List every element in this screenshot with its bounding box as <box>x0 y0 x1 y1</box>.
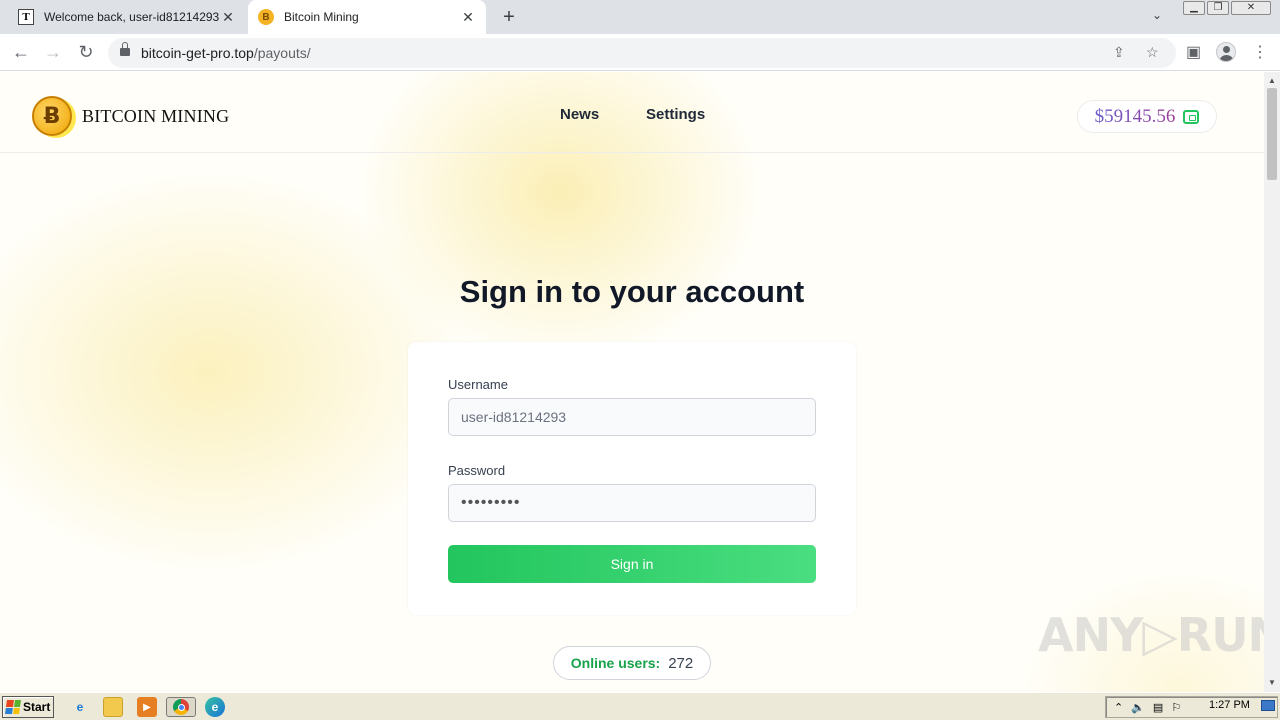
lock-icon[interactable] <box>120 42 130 56</box>
brand-name: BITCOIN MINING <box>82 105 230 126</box>
internet-explorer-icon[interactable]: e <box>70 697 90 717</box>
username-label: Username <box>448 377 508 392</box>
windows-flag-icon <box>5 700 21 714</box>
online-users-label: Online users: <box>570 655 661 671</box>
profile-icon[interactable] <box>1216 42 1236 62</box>
action-center-flag-icon[interactable]: ⚐ <box>1171 701 1181 714</box>
show-desktop-icon[interactable] <box>1261 700 1275 711</box>
wallet-icon <box>1183 109 1200 124</box>
chrome-taskbar-button[interactable] <box>166 697 196 717</box>
restore-button[interactable]: ❐ <box>1207 1 1229 15</box>
scrollbar-thumb[interactable] <box>1267 88 1277 180</box>
address-bar[interactable]: bitcoin-get-pro.top/payouts/ ⇪ ☆ <box>108 38 1176 68</box>
media-player-icon[interactable]: ▶ <box>137 697 157 717</box>
share-icon[interactable]: ⇪ <box>1113 44 1125 61</box>
online-users-count: 272 <box>668 654 694 672</box>
file-explorer-icon[interactable] <box>103 697 123 717</box>
tab-welcome-back[interactable]: T Welcome back, user-id81214293! ⬳ ✕ <box>8 0 246 34</box>
balance-pill[interactable]: $59145.56 <box>1077 100 1217 133</box>
site-header: Ƀ BITCOIN MINING News Settings $59145.56 <box>0 72 1264 153</box>
nav-news[interactable]: News <box>560 106 599 123</box>
tab-title: Bitcoin Mining <box>284 10 359 24</box>
page-scrollbar[interactable]: ▲ ▼ <box>1264 72 1280 692</box>
tab-bitcoin-mining[interactable]: B Bitcoin Mining ✕ <box>248 0 486 34</box>
bookmark-star-icon[interactable]: ☆ <box>1146 44 1159 61</box>
new-tab-button[interactable]: + <box>498 6 520 29</box>
balance-amount: $59145.56 <box>1094 105 1176 127</box>
menu-kebab-icon[interactable]: ⋮ <box>1252 42 1268 62</box>
bitcoin-coin-icon: Ƀ <box>32 96 72 136</box>
close-window-button[interactable]: ✕ <box>1231 1 1271 15</box>
browser-tab-strip: T Welcome back, user-id81214293! ⬳ ✕ B B… <box>0 0 1280 34</box>
forward-arrow-icon[interactable]: → <box>42 42 64 64</box>
side-panel-icon[interactable]: ▣ <box>1186 42 1201 62</box>
scroll-down-arrow-icon[interactable]: ▼ <box>1264 676 1280 690</box>
scroll-up-arrow-icon[interactable]: ▲ <box>1264 74 1280 88</box>
volume-icon[interactable]: 🔈 <box>1131 701 1145 714</box>
network-icon[interactable]: ▤ <box>1153 701 1163 714</box>
tab-title: Welcome back, user-id81214293! ⬳ <box>44 9 220 24</box>
site-logo[interactable]: Ƀ BITCOIN MINING <box>32 96 229 136</box>
tab-favicon: B <box>258 9 274 25</box>
online-users-badge: Online users: 272 <box>553 646 711 680</box>
url-text[interactable]: bitcoin-get-pro.top/payouts/ <box>141 45 311 61</box>
tab-search-chevron-icon[interactable]: ⌄ <box>1152 8 1162 22</box>
page-viewport: Ƀ BITCOIN MINING News Settings $59145.56… <box>0 72 1264 692</box>
anyrun-watermark: ANY▷RUN <box>1038 608 1264 662</box>
chrome-icon <box>173 699 189 715</box>
close-tab-icon[interactable]: ✕ <box>220 9 236 26</box>
tray-expand-icon[interactable]: ⌃ <box>1114 701 1123 714</box>
sign-in-button[interactable]: Sign in <box>448 545 816 583</box>
minimize-button[interactable]: ▁ <box>1183 1 1205 15</box>
window-controls: ▁ ❐ ✕ <box>1183 1 1271 15</box>
system-tray: ⌃ 🔈 ▤ ⚐ <box>1105 696 1278 718</box>
taskbar-clock[interactable]: 1:27 PM <box>1209 699 1250 711</box>
reload-icon[interactable]: ↻ <box>75 42 97 64</box>
browser-toolbar: ← → ↻ bitcoin-get-pro.top/payouts/ ⇪ ☆ ▣… <box>0 34 1280 71</box>
edge-icon[interactable]: e <box>205 697 225 717</box>
page-title: Sign in to your account <box>459 274 805 309</box>
password-input[interactable] <box>448 484 816 522</box>
login-card: Username Password Sign in <box>408 342 856 615</box>
back-arrow-icon[interactable]: ← <box>10 42 32 64</box>
password-label: Password <box>448 463 506 478</box>
tab-favicon: T <box>18 9 34 25</box>
username-input[interactable] <box>448 398 816 436</box>
close-tab-icon[interactable]: ✕ <box>460 9 476 26</box>
start-button[interactable]: Start <box>2 696 54 718</box>
windows-taskbar: Start e ▶ e ⌃ 🔈 ▤ ⚐ 1:27 PM <box>0 692 1280 720</box>
nav-settings[interactable]: Settings <box>646 106 705 123</box>
